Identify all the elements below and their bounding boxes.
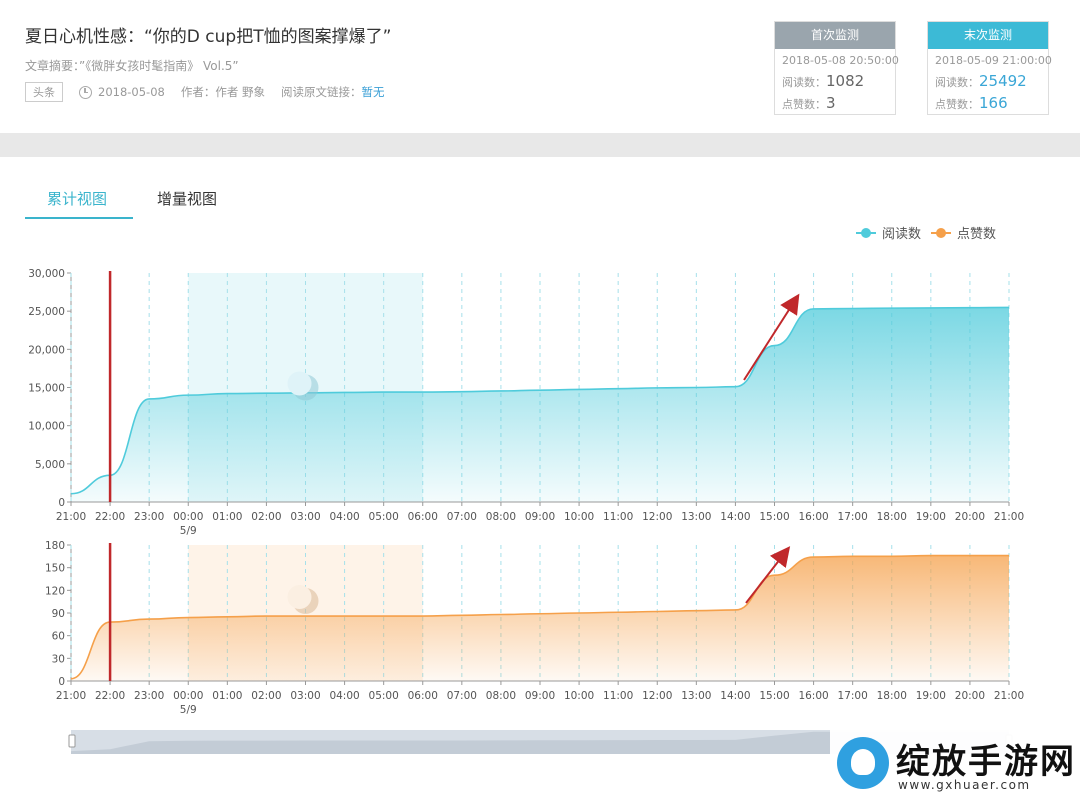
x-tick-label: 04:00 (329, 511, 359, 523)
x-tick-label: 18:00 (877, 690, 907, 702)
x-tick-label: 10:00 (564, 511, 594, 523)
x-tick-label: 13:00 (681, 690, 711, 702)
y-tick-label: 120 (45, 585, 65, 597)
y-tick-label: 150 (45, 563, 65, 575)
x-tick-label: 21:00 (56, 690, 86, 702)
slider-handle-icon[interactable] (68, 734, 76, 748)
x-tick-label: 17:00 (838, 690, 868, 702)
x-tick-label: 11:00 (603, 511, 633, 523)
y-tick-label: 20,000 (28, 344, 65, 356)
x-tick-label: 07:00 (447, 511, 477, 523)
octopus-logo-icon (837, 737, 889, 789)
x-tick-label: 23:00 (134, 690, 164, 702)
watermark-text: 绽放手游网 (896, 742, 1076, 782)
x-tick-label: 16:00 (798, 690, 828, 702)
y-tick-label: 180 (45, 540, 65, 552)
x-tick-label: 12:00 (642, 690, 672, 702)
x-tick-label: 05:00 (369, 690, 399, 702)
x-tick-label: 22:00 (95, 690, 125, 702)
y-tick-label: 60 (52, 631, 65, 643)
y-tick-label: 0 (58, 676, 65, 688)
x-tick-label: 00:00 (173, 511, 203, 523)
watermark-url: www.gxhuaer.com (898, 778, 1031, 792)
x-tick-label: 14:00 (720, 511, 750, 523)
x-tick-label: 10:00 (564, 690, 594, 702)
likes-chart: 0 30 60 90 120 150 180 21:00 22:00 23:00 00:00 01:0… (45, 540, 1024, 716)
x-tick-label: 04:00 (329, 690, 359, 702)
x-tick-label: 18:00 (877, 511, 907, 523)
x-tick-label: 16:00 (798, 511, 828, 523)
x-tick-label: 01:00 (212, 690, 242, 702)
x-tick-label: 06:00 (408, 690, 438, 702)
x-tick-label: 21:00 (994, 690, 1024, 702)
x-date-sublabel: 5/9 (180, 704, 197, 716)
x-tick-label: 11:00 (603, 690, 633, 702)
x-tick-label: 02:00 (251, 511, 281, 523)
x-tick-label: 02:00 (251, 690, 281, 702)
x-tick-label: 08:00 (486, 690, 516, 702)
x-date-sublabel: 5/9 (180, 525, 197, 537)
y-tick-label: 10,000 (28, 421, 65, 433)
x-tick-label: 21:00 (56, 511, 86, 523)
x-tick-label: 05:00 (369, 511, 399, 523)
x-tick-label: 07:00 (447, 690, 477, 702)
charts-canvas: 0 5,000 10,000 15,000 20,000 25,000 30,000 21:0… (28, 268, 1024, 754)
x-tick-label: 22:00 (95, 511, 125, 523)
x-tick-label: 12:00 (642, 511, 672, 523)
x-tick-label: 21:00 (994, 511, 1024, 523)
x-tick-label: 01:00 (212, 511, 242, 523)
x-tick-label: 17:00 (838, 511, 868, 523)
y-tick-label: 30 (52, 653, 65, 665)
y-tick-label: 25,000 (28, 306, 65, 318)
x-tick-label: 00:00 (173, 690, 203, 702)
x-tick-label: 06:00 (408, 511, 438, 523)
y-tick-label: 15,000 (28, 383, 65, 395)
x-tick-label: 08:00 (486, 511, 516, 523)
x-tick-label: 15:00 (759, 511, 789, 523)
watermark: 绽放手游网 www.gxhuaer.com (830, 730, 1080, 795)
y-tick-label: 5,000 (35, 459, 65, 471)
x-tick-label: 15:00 (759, 690, 789, 702)
reads-chart: 0 5,000 10,000 15,000 20,000 25,000 30,000 21:0… (28, 268, 1024, 537)
y-tick-label: 90 (52, 608, 65, 620)
x-tick-label: 19:00 (916, 511, 946, 523)
x-tick-label: 03:00 (290, 690, 320, 702)
x-tick-label: 09:00 (525, 511, 555, 523)
x-tick-label: 23:00 (134, 511, 164, 523)
x-tick-label: 03:00 (290, 511, 320, 523)
y-tick-label: 0 (58, 497, 65, 509)
x-tick-label: 13:00 (681, 511, 711, 523)
x-tick-label: 09:00 (525, 690, 555, 702)
x-tick-label: 19:00 (916, 690, 946, 702)
x-tick-label: 20:00 (955, 511, 985, 523)
x-tick-label: 14:00 (720, 690, 750, 702)
x-tick-label: 20:00 (955, 690, 985, 702)
y-tick-label: 30,000 (28, 268, 65, 280)
